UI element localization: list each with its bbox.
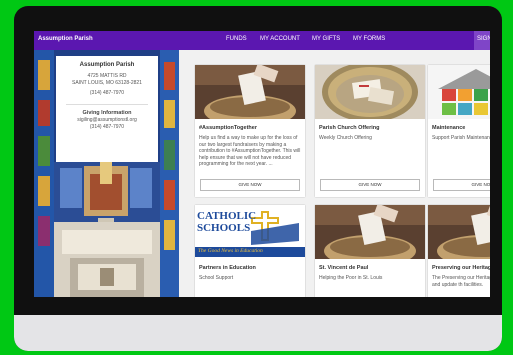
give-now-button[interactable]: GIVE NOW [433, 179, 490, 191]
tablet-bezel-bottom [14, 315, 502, 351]
tablet-frame: Assumption Parish FUNDS MY ACCOUNT MY GI… [14, 6, 502, 351]
donation-basket-image [428, 205, 490, 259]
give-now-button[interactable]: GIVE NOW [320, 179, 420, 191]
fund-title: Preserving our Heritage [432, 265, 490, 271]
catholic-schools-logo: CATHOLIC SCHOOLS The Good News in Educat… [195, 205, 305, 259]
stained-glass-background: Assumption Parish 4725 MATTIS RD SAINT L… [34, 50, 179, 297]
giving-phone: (314) 487-7970 [89, 124, 125, 130]
parish-address-line2: SAINT LOUIS, MO 63128-2821 [72, 80, 142, 86]
logo-tagline-text: The Good News in Education [198, 248, 263, 254]
fund-card-st-vincent-de-paul[interactable]: St. Vincent de Paul Helping the Poor in … [315, 205, 425, 297]
donation-basket-image [195, 65, 305, 119]
giving-email-link[interactable]: sigiling@assumptionstl.org [56, 117, 158, 124]
fund-card-preserving-our-heritage[interactable]: Preserving our Heritage The Preserving o… [428, 205, 490, 297]
fund-card-assumption-together[interactable]: #AssumptionTogether Help us find a way t… [195, 65, 305, 197]
fund-description: Help us find a way to make up for the lo… [199, 135, 301, 167]
browser-screen: Assumption Parish FUNDS MY ACCOUNT MY GI… [34, 31, 490, 297]
giving-info-heading: Giving Information [82, 110, 132, 116]
fund-title: Maintenance [432, 125, 466, 131]
logo-schools-text: SCHOOLS [197, 222, 251, 234]
fund-description: Weekly Church Offering [319, 135, 372, 141]
nav-my-account[interactable]: MY ACCOUNT [260, 36, 300, 42]
nav-my-forms[interactable]: MY FORMS [353, 36, 385, 42]
fund-title: Parish Church Offering [319, 125, 380, 131]
fund-card-partners-in-education[interactable]: CATHOLIC SCHOOLS The Good News in Educat… [195, 205, 305, 297]
fund-card-maintenance[interactable]: Maintenance Support Parish Maintenance P… [428, 65, 490, 197]
fund-title: #AssumptionTogether [199, 125, 257, 131]
parish-phone: (314) 487-7970 [89, 90, 125, 96]
fund-description: Helping the Poor in St. Louis [319, 275, 383, 281]
nav-funds[interactable]: FUNDS [226, 36, 247, 42]
info-divider [66, 104, 148, 105]
donation-basket-image [315, 205, 425, 259]
fund-title: Partners in Education [199, 265, 256, 271]
logo-catholic-text: CATHOLIC [197, 210, 257, 222]
fund-title: St. Vincent de Paul [319, 265, 369, 271]
top-nav-bar: Assumption Parish FUNDS MY ACCOUNT MY GI… [34, 31, 490, 50]
fund-description: Support Parish Maintenance P [432, 135, 490, 141]
give-now-button[interactable]: GIVE NOW [200, 179, 300, 191]
parish-address-line1: 4725 MATTIS RD [87, 73, 127, 79]
maintenance-icons-image [428, 65, 490, 119]
parish-name: Assumption Parish [79, 62, 135, 68]
fund-card-parish-church-offering[interactable]: Parish Church Offering Weekly Church Off… [315, 65, 425, 197]
fund-description: The Preserving our Heritage F helps main… [432, 275, 490, 288]
offering-plate-image [315, 65, 425, 119]
nav-my-gifts[interactable]: MY GIFTS [312, 36, 340, 42]
sign-in-button[interactable]: SIGN [474, 31, 490, 50]
brand-link[interactable]: Assumption Parish [38, 36, 93, 42]
fund-description: School Support [199, 275, 234, 281]
parish-info-card: Assumption Parish 4725 MATTIS RD SAINT L… [56, 56, 158, 162]
